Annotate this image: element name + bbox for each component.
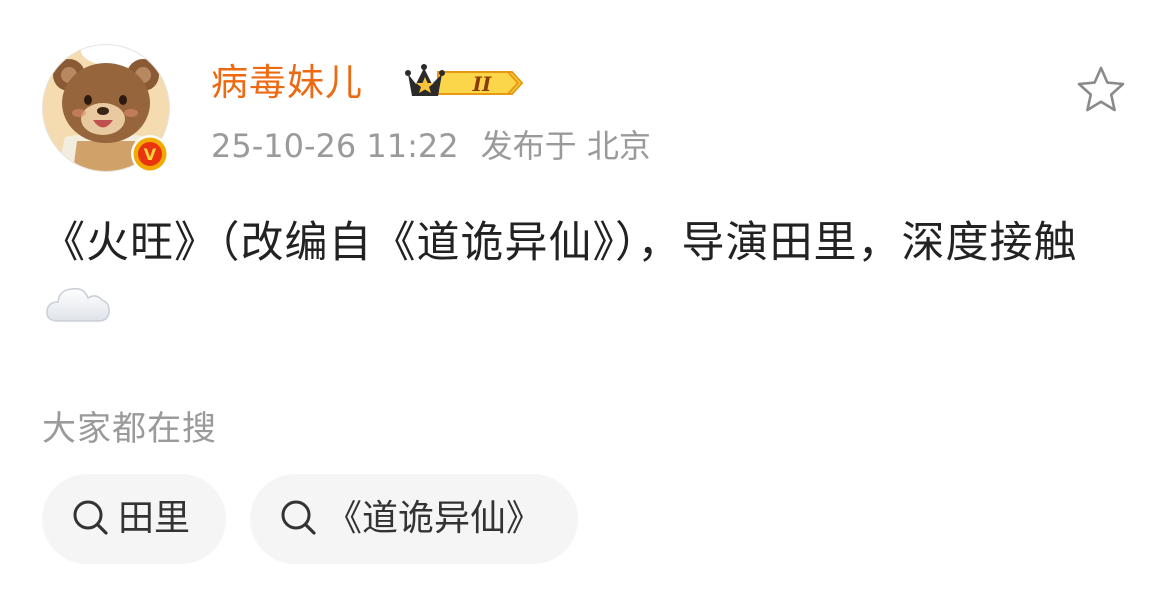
level-badge[interactable]: II xyxy=(404,62,524,104)
search-chip-label: 田里 xyxy=(118,498,191,539)
search-chip-tianli[interactable]: 田里 xyxy=(42,474,227,564)
search-icon xyxy=(70,481,110,535)
verified-badge-icon: V xyxy=(130,134,170,174)
favorite-star-icon[interactable] xyxy=(1074,64,1128,114)
post-content: 《火旺》（改编自《道诡异仙》），导演田里，深度接触 xyxy=(42,212,1128,336)
level-number: II xyxy=(472,72,492,96)
search-chip-label: 《道诡异仙》 xyxy=(326,498,543,539)
cloud-icon xyxy=(44,280,112,324)
related-searches-label: 大家都在搜 xyxy=(42,409,217,449)
avatar[interactable]: V xyxy=(42,44,170,174)
search-icon xyxy=(278,481,318,535)
related-searches: 田里 《道诡异仙》 xyxy=(42,474,602,564)
weibo-post: V 病毒妹儿 II 25-10-26 11:22 发布于 北京 《火旺》（改编自… xyxy=(0,0,1170,603)
search-chip-daoguiyixian[interactable]: 《道诡异仙》 xyxy=(250,474,579,564)
post-location: 发布于 北京 xyxy=(480,127,651,165)
post-time: 25-10-26 11:22 xyxy=(211,127,459,165)
verified-mark-text: V xyxy=(144,145,157,164)
username[interactable]: 病毒妹儿 xyxy=(211,60,363,106)
post-meta: 25-10-26 11:22 发布于 北京 xyxy=(211,126,651,166)
post-text: 《火旺》（改编自《道诡异仙》），导演田里，深度接触 xyxy=(42,218,1078,268)
